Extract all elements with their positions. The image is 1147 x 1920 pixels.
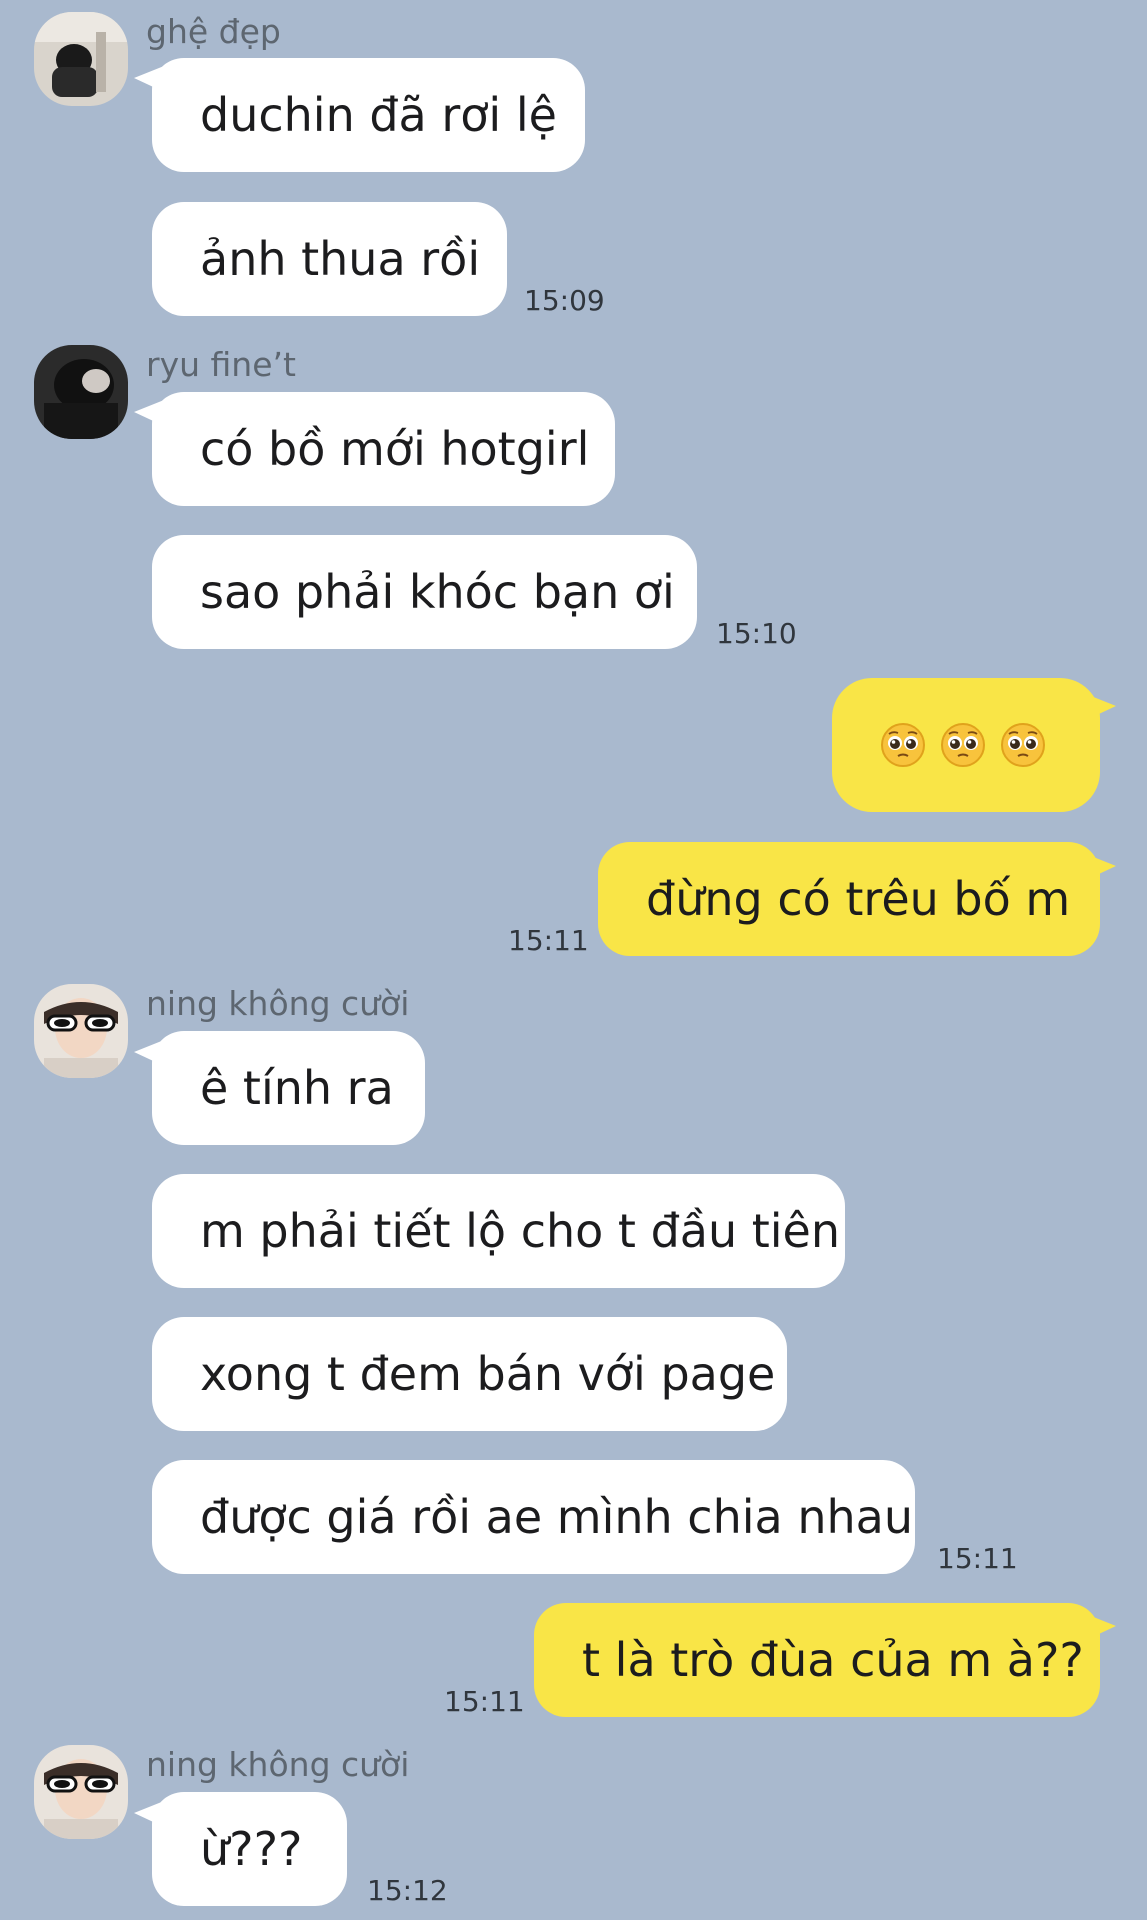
message-bubble[interactable]: xong t đem bán với page: [152, 1317, 787, 1431]
message-bubble[interactable]: m phải tiết lộ cho t đầu tiên: [152, 1174, 845, 1288]
message-bubble[interactable]: có bồ mới hotgirl: [152, 392, 615, 506]
message-bubble[interactable]: t là trò đùa của m à??: [534, 1603, 1100, 1717]
message-text: đừng có trêu bố m: [646, 872, 1071, 926]
message-text: m phải tiết lộ cho t đầu tiên: [200, 1204, 841, 1258]
avatar[interactable]: [34, 12, 128, 106]
pleading-face-icon: [880, 722, 926, 768]
message-time: 15:09: [524, 284, 605, 317]
avatar-photo: [34, 12, 128, 106]
sender-name: ryu fine’t: [146, 345, 296, 384]
avatar[interactable]: [34, 345, 128, 439]
message-text: duchin đã rơi lệ: [200, 88, 557, 142]
message-bubble[interactable]: ừ???: [152, 1792, 347, 1906]
message-time: 15:10: [716, 617, 797, 650]
message-bubble[interactable]: ê tính ra: [152, 1031, 425, 1145]
message-bubble[interactable]: duchin đã rơi lệ: [152, 58, 585, 172]
message-time: 15:11: [937, 1542, 1018, 1575]
avatar[interactable]: [34, 984, 128, 1078]
message-time: 15:11: [444, 1685, 525, 1718]
message-text: có bồ mới hotgirl: [200, 422, 590, 476]
message-text: ừ???: [200, 1822, 303, 1876]
avatar-photo: [34, 345, 128, 439]
message-text: xong t đem bán với page: [200, 1347, 776, 1401]
message-text: ảnh thua rồi: [200, 232, 481, 286]
sender-name: ning không cười: [146, 1745, 410, 1784]
message-bubble[interactable]: đừng có trêu bố m: [598, 842, 1100, 956]
avatar-photo: [34, 1745, 128, 1839]
avatar-photo: [34, 984, 128, 1078]
pleading-face-icon: [940, 722, 986, 768]
message-bubble[interactable]: ảnh thua rồi: [152, 202, 507, 316]
message-bubble[interactable]: sao phải khóc bạn ơi: [152, 535, 697, 649]
message-bubble[interactable]: [832, 678, 1100, 812]
message-text: sao phải khóc bạn ơi: [200, 565, 675, 619]
message-text: được giá rồi ae mình chia nhau: [200, 1490, 913, 1544]
message-time: 15:11: [508, 924, 589, 957]
message-bubble[interactable]: được giá rồi ae mình chia nhau: [152, 1460, 915, 1574]
message-time: 15:12: [367, 1874, 448, 1907]
sender-name: ghệ đẹp: [146, 12, 281, 51]
message-text: ê tính ra: [200, 1061, 394, 1115]
avatar[interactable]: [34, 1745, 128, 1839]
message-text: t là trò đùa của m à??: [582, 1633, 1084, 1687]
emoji-message: [880, 722, 1046, 768]
sender-name: ning không cười: [146, 984, 410, 1023]
pleading-face-icon: [1000, 722, 1046, 768]
